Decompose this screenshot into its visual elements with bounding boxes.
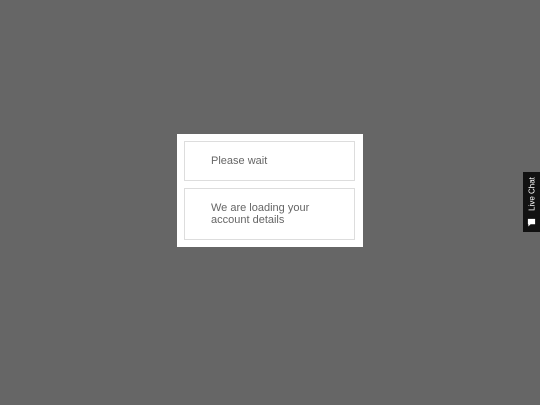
dialog-title-panel: Please wait (184, 141, 355, 181)
live-chat-button[interactable]: Live Chat (523, 172, 540, 232)
dialog-title: Please wait (211, 155, 268, 167)
chat-bubble-icon (527, 218, 536, 227)
dialog-message: We are loading your account details (211, 202, 310, 226)
dialog-message-panel: We are loading your account details (184, 188, 355, 240)
live-chat-label: Live Chat (527, 177, 536, 211)
loading-dialog: Please wait We are loading your account … (177, 134, 363, 247)
